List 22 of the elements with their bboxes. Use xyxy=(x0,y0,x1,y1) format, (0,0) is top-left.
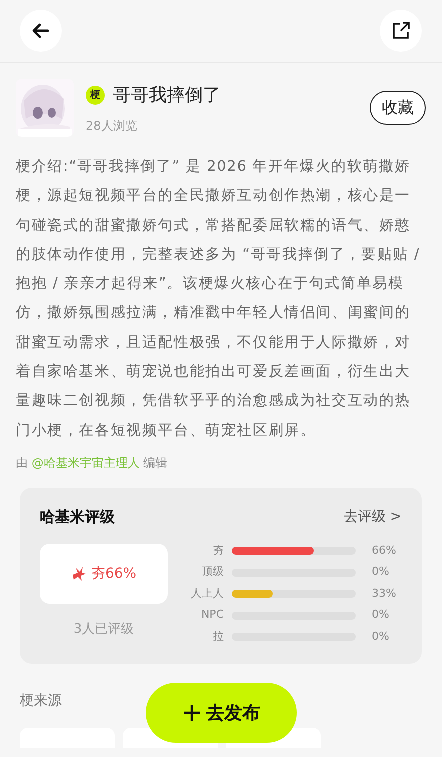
description-text: 梗介绍:“哥哥我摔倒了” 是 2026 年开年爆火的软萌撒娇梗，源起短视频平台的全民撒娇互动创作热潮，核心是一句碰瓷式的甜蜜撒娇句式，常搭配委屈软糯的语气、娇憨的肢体动作使用，完整表述多为 “哥哥我摔倒了，要贴贴 / 抱抱 / 亲亲才起得来”。该梗爆火核心在于句式简单易模仿，撒娇氛围感拉满，精准戳中年轻人情侣间、闺蜜间的甜蜜互动需求，且适配性极强，不仅能用于人际撒娇，对着自家哈基米、萌宠说也能拍出可爱反差画面，衍生出大量趣味二创视频，凭借软乎乎的治愈感成为社交互动的热门小梗，在各短视频平台、萌宠社区刷屏。 xyxy=(16,158,422,441)
rating-label: 夯 xyxy=(212,542,224,559)
rating-percent: 0% xyxy=(372,628,390,645)
view-count: 28人浏览 xyxy=(86,118,138,134)
tag-badge: 梗 xyxy=(86,86,105,104)
section-title: 梗来源 xyxy=(20,692,62,709)
rating-label: NPC xyxy=(200,607,224,624)
title-text: 哥哥我摔倒了 xyxy=(113,84,221,108)
rating-percent: 0% xyxy=(372,607,390,624)
rating-title: 哈基米评级 xyxy=(40,506,115,528)
publish-button[interactable]: 去发布 xyxy=(146,683,297,743)
rating-percent: 33% xyxy=(372,586,398,602)
rating-label: 拉 xyxy=(212,628,224,645)
rating-percent: 0% xyxy=(372,564,390,580)
rating-label: 顶级 xyxy=(201,564,224,580)
rate-link[interactable]: 去评级 > xyxy=(344,506,402,528)
rated-count: 3人已评级 xyxy=(74,621,134,640)
collect-button[interactable]: 收藏 xyxy=(370,91,426,125)
editor-credit: 由 @哈基米宇宙主理人 编辑 xyxy=(16,454,169,472)
rating-label: 人上人 xyxy=(190,586,224,602)
rating-percent: 66% xyxy=(372,542,398,559)
top-result-text: 夯66% xyxy=(91,564,137,584)
